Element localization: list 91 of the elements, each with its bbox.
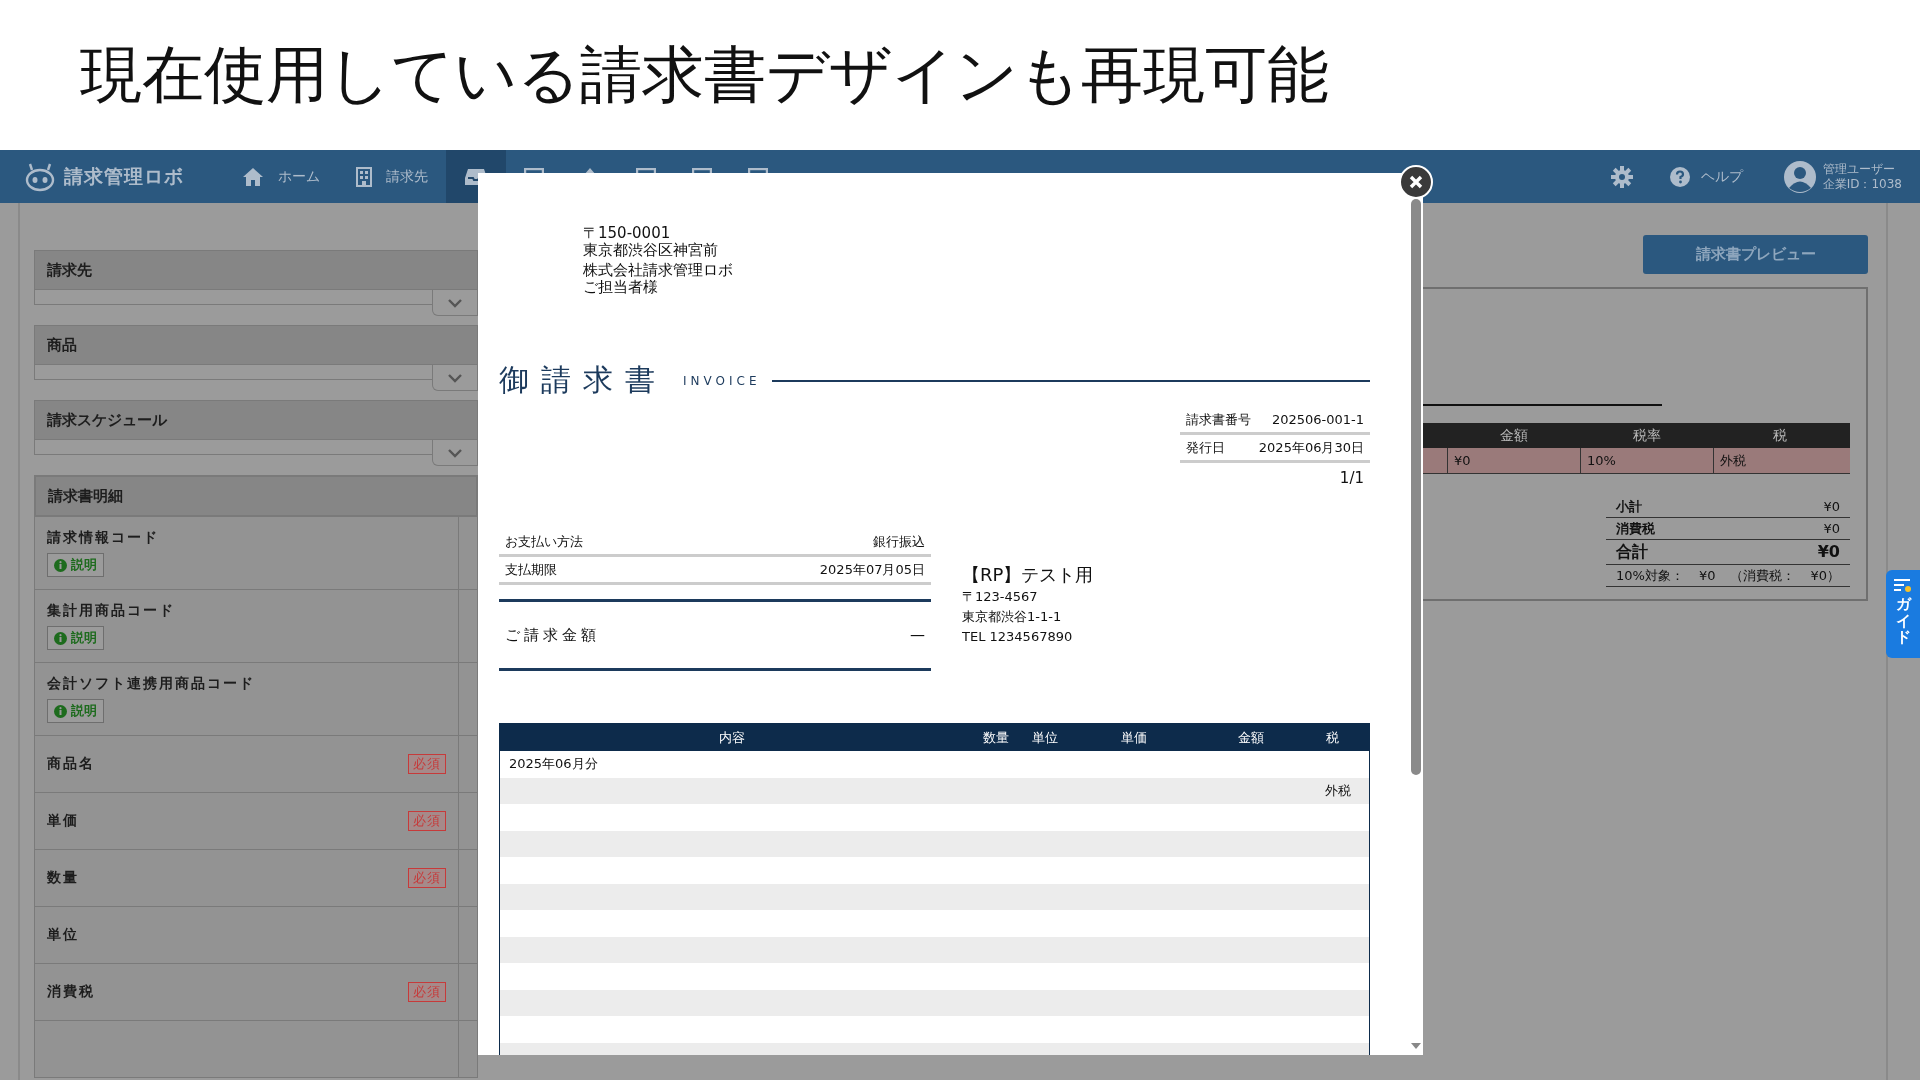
tax-note: （消費税：: [1730, 567, 1796, 584]
expand-toggle[interactable]: [432, 440, 478, 466]
field-label: 会計ソフト連携用商品コード: [47, 675, 255, 693]
table-cell: 外税: [1713, 448, 1846, 473]
info-label: 発行日: [1186, 439, 1225, 457]
tax-note: ¥0: [1698, 567, 1716, 584]
field-label: 消費税: [47, 983, 95, 1001]
preview-button[interactable]: 請求書プレビュー: [1643, 235, 1868, 274]
column-header: 税: [1325, 728, 1340, 747]
issuer-line: TEL 1234567890: [962, 628, 1074, 646]
table-cell: 2025年06月分: [509, 756, 598, 772]
field-label: 単価: [47, 812, 79, 830]
table-cell: 10%: [1580, 448, 1713, 473]
issuer-line: 〒123-4567: [962, 588, 1039, 606]
address-line: 東京都渋谷区神宮前: [583, 242, 719, 259]
user-name: 管理ユーザー: [1822, 161, 1896, 177]
column-header: 金額: [1498, 426, 1529, 445]
payment-value: 2025年07月05日: [819, 561, 925, 579]
info-icon[interactable]: [54, 558, 67, 572]
help-button[interactable]: 説明: [47, 699, 104, 723]
column-header: 単位: [1031, 728, 1059, 747]
page-number: 1/1: [1339, 469, 1364, 487]
tax-note: 10%対象：: [1616, 567, 1684, 584]
column-header: 税: [1771, 426, 1788, 445]
chevron-down-icon[interactable]: [447, 297, 463, 308]
column-header: 数量: [982, 728, 1010, 747]
info-icon[interactable]: [54, 631, 67, 645]
required-badge: 必須: [408, 811, 446, 831]
section-header[interactable]: 商品: [34, 325, 478, 365]
help-icon[interactable]: [1668, 165, 1691, 188]
column-header: 単価: [1120, 728, 1148, 747]
section-header[interactable]: 請求スケジュール: [34, 400, 478, 440]
issuer-name: 【RP】テスト用: [962, 565, 1094, 585]
required-badge: 必須: [408, 754, 446, 774]
scroll-down-icon[interactable]: [1411, 1043, 1421, 1049]
field-label: 単位: [47, 926, 79, 944]
help-button[interactable]: 説明: [47, 626, 104, 650]
issuer-line: 東京都渋谷1-1-1: [962, 608, 1063, 626]
address-line: 〒150-0001: [583, 225, 672, 242]
info-icon[interactable]: [54, 704, 67, 718]
summary-value: ¥0: [1823, 498, 1840, 515]
nav-tab[interactable]: ホーム: [224, 150, 338, 203]
section-header[interactable]: 請求先: [34, 250, 478, 290]
tax-note: ¥0）: [1810, 567, 1840, 584]
avatar-icon[interactable]: [1782, 159, 1817, 194]
building-icon[interactable]: [356, 166, 372, 187]
help-link[interactable]: ヘルプ: [1668, 165, 1743, 188]
help-button[interactable]: 説明: [47, 553, 104, 577]
address-line: ご担当者様: [583, 279, 659, 296]
app-logo[interactable]: 請求管理ロボ: [64, 163, 184, 190]
section-header: 請求書明細: [35, 476, 477, 516]
guide-tab[interactable]: ガイド: [1886, 570, 1920, 658]
required-badge: 必須: [408, 982, 446, 1002]
table-cell: ¥0: [1447, 448, 1580, 473]
info-value: 202506-001-1: [1271, 411, 1364, 429]
company-id: 企業ID：1038: [1822, 176, 1902, 192]
field-label: 数量: [47, 869, 79, 887]
invoice-subtitle: INVOICE: [683, 373, 761, 388]
expand-toggle[interactable]: [432, 290, 478, 316]
summary-label: 合計: [1616, 542, 1648, 562]
home-icon[interactable]: [242, 166, 264, 187]
info-label: 請求書番号: [1186, 411, 1251, 429]
invoice-title: 御請求書: [499, 361, 667, 399]
column-header: 内容: [718, 728, 746, 747]
info-value: 2025年06月30日: [1258, 439, 1364, 457]
address-line: 株式会社請求管理ロボ: [583, 262, 734, 279]
payment-label: 支払期限: [505, 561, 557, 579]
slide-title: 現在使用している請求書デザインも再現可能: [80, 37, 1329, 113]
summary-label: 消費税: [1616, 520, 1655, 537]
summary-value: ¥0: [1823, 520, 1840, 537]
summary-value: ¥0: [1817, 542, 1840, 562]
scrollbar-thumb[interactable]: [1411, 199, 1421, 775]
chevron-down-icon[interactable]: [447, 372, 463, 383]
expand-toggle[interactable]: [432, 365, 478, 391]
table-cell: 外税: [1325, 782, 1351, 798]
payment-label: お支払い方法: [505, 533, 583, 551]
field-label: 請求情報コード: [47, 529, 159, 547]
chevron-down-icon[interactable]: [447, 447, 463, 458]
field-label: 商品名: [47, 755, 95, 773]
required-badge: 必須: [408, 868, 446, 888]
payment-value: 銀行振込: [873, 533, 925, 551]
nav-tab[interactable]: 請求先: [338, 150, 446, 203]
amount-label: ご請求金額: [505, 625, 600, 645]
field-label: 集計用商品コード: [47, 602, 175, 620]
summary-label: 小計: [1616, 498, 1642, 515]
list-icon[interactable]: [1894, 578, 1912, 594]
close-icon[interactable]: [1408, 174, 1424, 190]
robot-icon: [24, 161, 56, 192]
column-header: 税率: [1631, 426, 1662, 445]
column-header: 金額: [1237, 728, 1265, 747]
amount-value: —: [910, 626, 925, 644]
